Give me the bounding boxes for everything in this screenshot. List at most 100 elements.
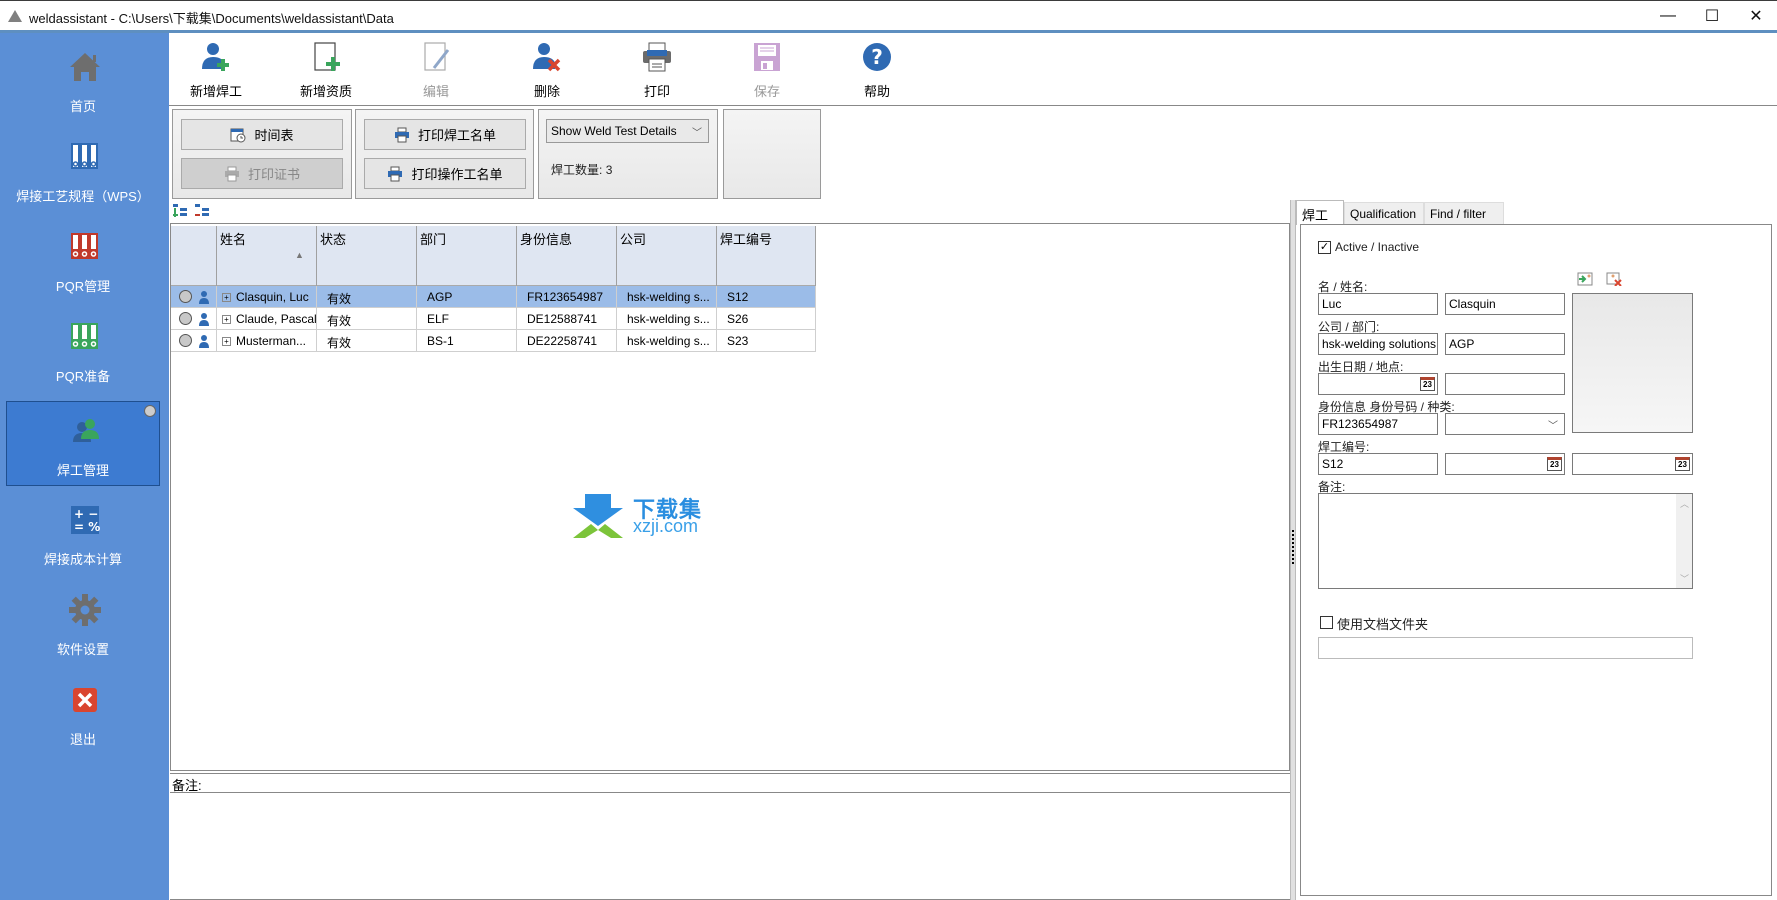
table-row[interactable]: + Claude, Pascal 有效 ELF DE12588741 hsk-we… (171, 308, 816, 330)
toolbar-label: 帮助 (863, 84, 890, 99)
maximize-button[interactable]: ☐ (1689, 1, 1735, 31)
welder-detail-panel: ✓ Active / Inactive 名 / 姓名: Luc Clasquin… (1300, 224, 1772, 896)
add-document-icon (314, 42, 340, 71)
sidebar-item-pqr-preparation[interactable]: PQR准备 (6, 308, 160, 393)
sidebar-item-settings[interactable]: 软件设置 (6, 581, 160, 666)
column-header-company[interactable]: 公司 (616, 226, 716, 286)
cell-status: 有效 (316, 308, 416, 330)
schedule-button[interactable]: 时间表 (181, 119, 343, 150)
sidebar-item-welder-management[interactable]: 焊工管理 (6, 401, 160, 486)
panel-splitter[interactable] (1290, 200, 1296, 900)
toolbar-label: 新增焊工 (189, 84, 242, 99)
save-button[interactable]: 保存 (722, 37, 812, 101)
active-checkbox[interactable]: ✓ (1318, 241, 1331, 254)
splitter-grip-icon[interactable] (1292, 530, 1294, 566)
print-button[interactable]: 打印 (612, 37, 702, 101)
gear-icon (69, 594, 101, 626)
welders-icon (73, 419, 99, 442)
scroll-down-icon[interactable]: ﹀ (1680, 572, 1689, 585)
binder-blue-icon (71, 143, 98, 169)
sidebar-item-home[interactable]: 首页 (6, 38, 160, 123)
sidebar-item-cost-calculation[interactable]: + − = % 焊接成本计算 (6, 491, 160, 576)
id-number-input[interactable]: FR123654987 (1318, 413, 1438, 435)
birth-place-input[interactable] (1445, 373, 1565, 395)
status-indicator (179, 290, 192, 303)
column-header-status[interactable]: 状态 (316, 226, 416, 286)
calendar-icon[interactable]: 23 (1675, 457, 1690, 471)
welder-count: 焊工数量: 3 (551, 161, 612, 178)
collapse-all-icon[interactable] (194, 203, 210, 219)
welder-no-input[interactable]: S12 (1318, 453, 1438, 475)
id-type-select[interactable]: ﹀ (1445, 413, 1565, 435)
tab-find-filter[interactable]: Find / filter (1424, 202, 1504, 224)
date-input-2[interactable]: 23 (1572, 453, 1693, 475)
view-select[interactable]: Show Weld Test Details ﹀ (546, 119, 709, 143)
add-qualification-button[interactable]: 新增资质 (281, 37, 371, 101)
edit-button[interactable]: 编辑 (391, 37, 481, 101)
import-photo-icon[interactable] (1577, 272, 1593, 286)
printer-icon (643, 42, 671, 72)
date-input-1[interactable]: 23 (1445, 453, 1565, 475)
notes-area[interactable] (170, 793, 1290, 900)
table-row[interactable]: + Clasquin, Luc 有效 AGP FR123654987 hsk-we… (171, 286, 816, 308)
sidebar-item-wps[interactable]: 焊接工艺规程（WPS） (6, 128, 160, 213)
close-button[interactable]: ✕ (1733, 1, 1777, 31)
expand-icon[interactable]: + (222, 337, 231, 346)
photo-box[interactable] (1572, 293, 1693, 433)
first-name-input[interactable]: Luc (1318, 293, 1438, 315)
print-operator-list-button[interactable]: 打印操作工名单 (364, 158, 526, 189)
column-header-department[interactable]: 部门 (416, 226, 516, 286)
tab-welder[interactable]: 焊工 (1296, 200, 1344, 225)
column-header-name[interactable]: 姓名 ▲ (216, 226, 316, 286)
cell-id: DE12588741 (516, 308, 616, 330)
scroll-up-icon[interactable]: ︿ (1680, 497, 1689, 510)
expand-icon[interactable]: + (222, 315, 231, 324)
schedule-group: 时间表 打印证书 (172, 109, 352, 199)
print-lists-group: 打印焊工名单 打印操作工名单 (355, 109, 534, 199)
add-welder-button[interactable]: 新增焊工 (171, 37, 261, 101)
table-row[interactable]: + Musterman... 有效 BS-1 DE22258741 hsk-wel… (171, 330, 816, 352)
print-certificate-label: 打印证书 (247, 167, 300, 182)
chevron-down-icon: ﹀ (1548, 421, 1558, 432)
expand-all-icon[interactable] (172, 203, 188, 219)
person-icon (199, 335, 209, 348)
app-logo-icon (8, 10, 22, 22)
help-button[interactable]: ? 帮助 (832, 37, 922, 101)
calendar-icon[interactable]: 23 (1547, 457, 1562, 471)
department-input[interactable]: AGP (1445, 333, 1565, 355)
binder-red-icon (71, 233, 98, 259)
sidebar-item-pqr-management[interactable]: PQR管理 (6, 218, 160, 303)
exit-icon (73, 688, 97, 712)
last-name-input[interactable]: Clasquin (1445, 293, 1565, 315)
sidebar-item-exit[interactable]: 退出 (6, 671, 160, 756)
folder-path-input[interactable] (1318, 637, 1693, 659)
svg-text:?: ? (871, 45, 883, 69)
printer-icon (394, 127, 409, 142)
help-icon: ? (863, 43, 891, 71)
print-certificate-button[interactable]: 打印证书 (181, 158, 343, 189)
cell-company: hsk-welding s... (616, 330, 716, 352)
remove-photo-icon[interactable] (1606, 272, 1622, 286)
sidebar-label: 软件设置 (56, 642, 109, 657)
minimize-button[interactable]: — (1645, 1, 1691, 31)
delete-button[interactable]: 删除 (502, 37, 592, 101)
company-input[interactable]: hsk-welding solutions (1318, 333, 1438, 355)
use-folder-checkbox[interactable] (1320, 616, 1333, 629)
calendar-icon[interactable]: 23 (1420, 377, 1435, 391)
cell-id: DE22258741 (516, 330, 616, 352)
notes-label: 备注: (170, 773, 1290, 793)
tab-qualification[interactable]: Qualification (1344, 202, 1424, 224)
column-header-welder-no[interactable]: 焊工编号 (716, 226, 816, 286)
expand-icon[interactable]: + (222, 293, 231, 302)
home-icon (70, 53, 100, 81)
title-bar: weldassistant - C:\Users\下载集\Documents\w… (0, 0, 1777, 30)
toolbar-label: 新增资质 (299, 84, 352, 99)
print-welder-list-button[interactable]: 打印焊工名单 (364, 119, 526, 150)
remarks-textarea[interactable]: ︿ ﹀ (1318, 493, 1693, 589)
svg-text:= %: = % (74, 520, 100, 534)
column-header-id[interactable]: 身份信息 (516, 226, 616, 286)
birth-date-input[interactable]: 23 (1318, 373, 1438, 395)
remarks-scrollbar[interactable]: ︿ ﹀ (1676, 494, 1692, 588)
sidebar-label: 焊工管理 (56, 463, 109, 478)
add-welder-icon (202, 43, 229, 71)
